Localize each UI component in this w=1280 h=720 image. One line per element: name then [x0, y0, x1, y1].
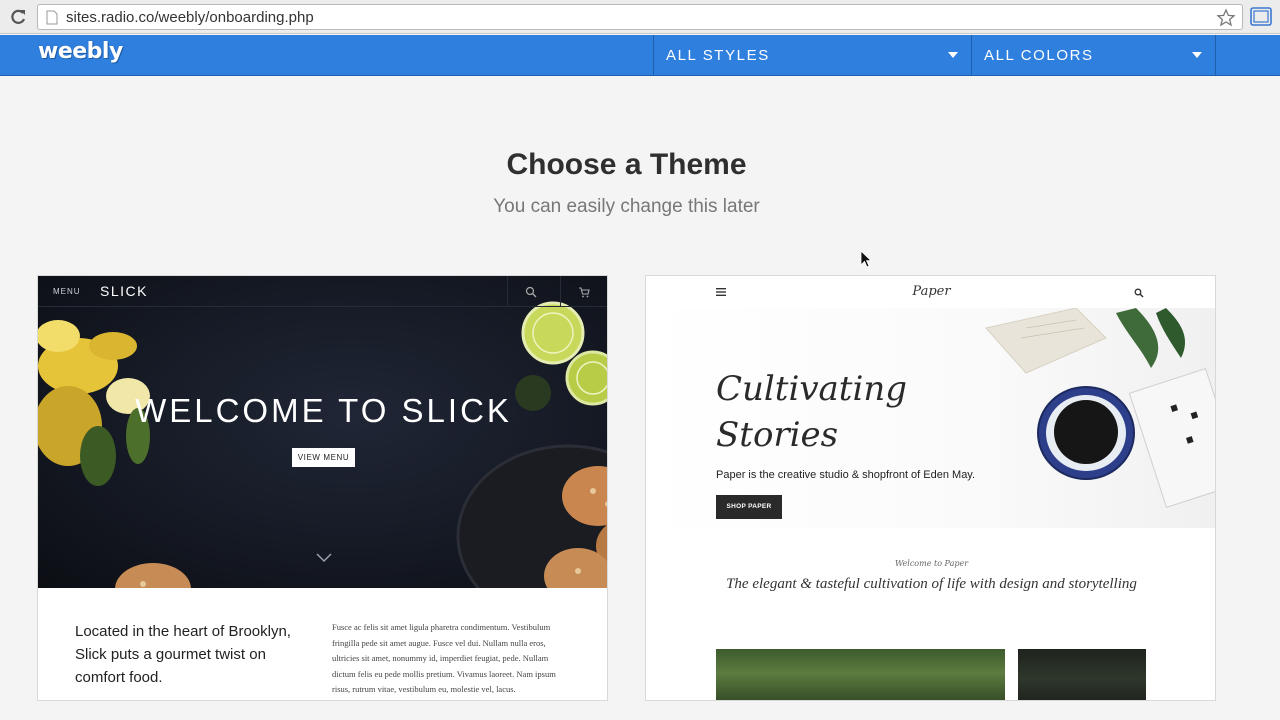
reload-icon[interactable] — [8, 7, 28, 27]
view-menu-button: VIEW MENU — [292, 448, 355, 467]
page-title: Choose a Theme — [506, 148, 747, 181]
slick-brand: SLICK — [100, 283, 148, 299]
theme-card-slick[interactable]: MENU SLICK WELCOME TO SLICK VIEW MENU Lo… — [37, 275, 608, 701]
shop-paper-button: SHOP PAPER — [716, 495, 782, 519]
colors-dropdown-label: ALL COLORS — [984, 47, 1094, 64]
cookie-image — [115, 563, 191, 588]
desk-flatlay-image — [985, 308, 1215, 509]
slick-headline: WELCOME TO SLICK — [135, 392, 512, 429]
paper-nav: Paper — [646, 276, 1215, 308]
paper-headline: Cultivating Stories — [716, 369, 908, 455]
nav-divider — [560, 276, 561, 307]
mouse-cursor-icon — [860, 250, 872, 268]
browser-toolbar: sites.radio.co/weebly/onboarding.php — [0, 0, 1280, 34]
paper-hero: Cultivating Stories Paper is the creativ… — [646, 308, 1215, 528]
paper-welcome: Welcome to Paper — [894, 559, 969, 568]
slick-nav: MENU SLICK — [38, 276, 607, 307]
slick-lorem-text: Fusce ac felis sit amet ligula pharetra … — [332, 622, 556, 694]
page-subtitle: You can easily change this later — [493, 196, 760, 217]
weebly-logo[interactable]: weebly — [38, 39, 123, 64]
paper-brand: Paper — [912, 284, 951, 299]
caret-down-icon — [948, 52, 958, 58]
cart-icon — [579, 287, 590, 298]
paper-elegant-text: The elegant & tasteful cultivation of li… — [726, 576, 1137, 592]
address-bar[interactable]: sites.radio.co/weebly/onboarding.php — [37, 4, 1243, 30]
cookie-bowl-image — [456, 444, 607, 588]
bookmark-star-icon[interactable] — [1216, 8, 1236, 28]
plant-photo — [1018, 649, 1146, 700]
paper-tagline: Paper is the creative studio & shopfront… — [716, 469, 976, 481]
weebly-header: weebly ALL STYLES ALL COLORS — [0, 35, 1280, 76]
caret-down-icon — [1192, 52, 1202, 58]
styles-dropdown-label: ALL STYLES — [666, 47, 770, 64]
colors-dropdown[interactable]: ALL COLORS — [971, 35, 1216, 76]
garden-photo — [716, 649, 1005, 700]
styles-dropdown[interactable]: ALL STYLES — [653, 35, 971, 76]
slick-menu-link: MENU — [53, 287, 81, 296]
url-text[interactable]: sites.radio.co/weebly/onboarding.php — [66, 9, 314, 26]
fullscreen-icon[interactable] — [1250, 7, 1272, 26]
slick-hero: MENU SLICK WELCOME TO SLICK VIEW MENU — [38, 276, 607, 588]
chevron-down-icon — [316, 553, 332, 563]
search-icon — [525, 286, 537, 298]
slick-intro-text: Located in the heart of Brooklyn, Slick … — [75, 623, 291, 686]
search-icon — [1134, 288, 1144, 298]
nav-divider — [507, 276, 508, 307]
page-icon — [46, 10, 58, 25]
theme-card-paper[interactable]: Paper Cultivating Stories Paper is the c… — [645, 275, 1216, 701]
